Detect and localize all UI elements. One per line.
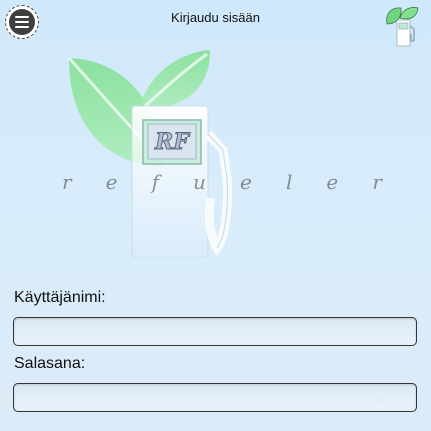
- refueler-wordmark: r e f u e l e r: [62, 170, 382, 194]
- wordmark-letter: r: [62, 170, 72, 194]
- wordmark-letter: e: [105, 170, 118, 194]
- wordmark-letter: e: [240, 170, 252, 194]
- password-label: Salasana:: [14, 355, 86, 372]
- fuel-pump-leaf-icon[interactable]: [383, 4, 423, 48]
- header-bar: Kirjaudu sisään: [0, 0, 431, 47]
- username-input[interactable]: [13, 317, 417, 346]
- page-title: Kirjaudu sisään: [171, 10, 260, 25]
- password-input[interactable]: [13, 383, 417, 412]
- username-label: Käyttäjänimi:: [14, 289, 106, 306]
- wordmark-letter: l: [285, 170, 293, 194]
- wordmark-letter: f: [151, 170, 159, 194]
- wordmark-letter: e: [326, 170, 339, 194]
- refueler-logo: RF: [67, 50, 232, 258]
- wordmark-letter: r: [372, 170, 382, 194]
- pump-badge-text: RF: [154, 129, 190, 155]
- wordmark-letter: u: [193, 170, 206, 194]
